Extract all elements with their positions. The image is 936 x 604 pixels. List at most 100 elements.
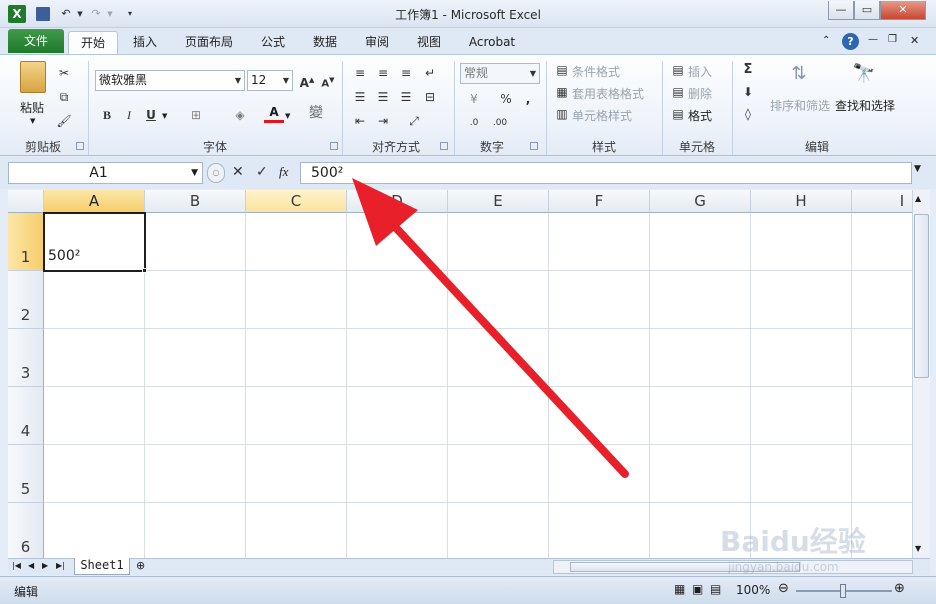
underline-button[interactable]: U [141,105,161,125]
paste-button[interactable]: 粘贴 [20,99,44,116]
maximize-button[interactable]: ▭ [854,1,880,20]
expand-formula-bar-icon[interactable]: ▼ [914,164,921,174]
clear-icon[interactable]: ◊ [738,104,758,124]
font-color-button[interactable]: A [264,103,284,123]
align-bottom-icon[interactable]: ≡ [396,63,416,83]
cell-styles-icon[interactable]: ▥ [552,104,572,124]
horizontal-scrollbar[interactable] [553,560,913,574]
fill-handle[interactable] [142,268,147,273]
chevron-down-icon[interactable]: ▼ [191,163,198,183]
delete-cells-icon[interactable]: ▤ [668,82,688,102]
conditional-format-icon[interactable]: ▤ [552,60,572,80]
sort-filter-button[interactable]: 排序和筛选 [770,97,830,114]
find-select-icon[interactable]: 🔭 [850,63,878,93]
h-scroll-thumb[interactable] [570,562,800,572]
tab-acrobat[interactable]: Acrobat [460,31,524,54]
tab-formulas[interactable]: 公式 [252,31,294,54]
scroll-thumb[interactable] [914,214,929,378]
insert-function-button[interactable]: fx [279,164,288,180]
cancel-entry-icon[interactable]: ✕ [232,164,244,180]
insert-cells-icon[interactable]: ▤ [668,60,688,80]
decrease-font-icon[interactable]: A▼ [318,70,338,90]
column-header-f[interactable]: F [549,190,650,213]
format-painter-icon[interactable]: 🖌 [54,111,74,131]
tab-home[interactable]: 开始 [68,31,118,54]
delete-cells-button[interactable]: 删除 [688,85,712,102]
format-as-table-button[interactable]: 套用表格格式 [572,85,644,102]
column-header-d[interactable]: D [347,190,448,213]
prev-sheet-icon[interactable]: ◀ [28,561,34,570]
clipboard-launcher-icon[interactable] [76,142,84,150]
tab-view[interactable]: 视图 [408,31,450,54]
paste-dropdown-icon[interactable]: ▼ [30,117,35,125]
copy-icon[interactable]: ⧉ [54,87,74,107]
help-icon[interactable]: ? [842,33,859,50]
format-as-table-icon[interactable]: ▦ [552,82,572,102]
orientation-icon[interactable]: ⤢ [404,111,424,131]
vertical-scrollbar[interactable]: ▲ ▼ [912,190,930,558]
zoom-slider-thumb[interactable] [840,584,846,598]
scroll-up-icon[interactable]: ▲ [915,194,921,203]
zoom-in-icon[interactable]: ⊕ [894,581,905,596]
phonetic-guide-button[interactable]: 變 [306,103,326,123]
zoom-level[interactable]: 100% [736,583,770,597]
worksheet-grid[interactable]: ABCDEFGHI 1 2 3 4 5 6 500² [8,190,912,558]
workbook-restore-icon[interactable]: ❐ [888,34,897,45]
align-middle-icon[interactable]: ≡ [373,63,393,83]
page-layout-view-icon[interactable]: ▣ [692,582,703,596]
sort-filter-icon[interactable]: ⇅ [784,63,814,93]
conditional-format-button[interactable]: 条件格式 [572,63,620,80]
paste-icon[interactable] [20,61,46,93]
increase-font-icon[interactable]: A▲ [297,70,317,90]
column-header-g[interactable]: G [650,190,751,213]
number-launcher-icon[interactable] [530,142,538,150]
formula-input[interactable]: 500² [300,162,912,184]
select-all-button[interactable] [8,190,44,213]
cell-styles-button[interactable]: 单元格样式 [572,107,632,124]
merge-center-icon[interactable]: ⊟ [420,87,440,107]
align-right-icon[interactable]: ☰ [396,87,416,107]
tab-insert[interactable]: 插入 [124,31,166,54]
underline-dropdown-icon[interactable]: ▼ [162,112,167,120]
insert-cells-button[interactable]: 插入 [688,63,712,80]
row-header-2[interactable]: 2 [8,271,44,329]
row-header-3[interactable]: 3 [8,329,44,387]
page-break-view-icon[interactable]: ▤ [710,582,721,596]
cut-icon[interactable]: ✂ [54,63,74,83]
font-size-select[interactable]: 12 ▼ [247,70,293,91]
currency-icon[interactable]: ¥ [464,89,484,109]
scroll-down-icon[interactable]: ▼ [915,544,921,553]
wrap-text-icon[interactable]: ↵ [420,63,440,83]
decrease-indent-icon[interactable]: ⇤ [350,111,370,131]
tab-page-layout[interactable]: 页面布局 [176,31,242,54]
sheet-tab[interactable]: Sheet1 [74,558,130,575]
minimize-button[interactable]: — [828,1,854,20]
row-header-6[interactable]: 6 [8,503,44,558]
column-header-e[interactable]: E [448,190,549,213]
increase-decimal-icon[interactable]: .0 [464,113,484,133]
column-header-i[interactable]: I [852,190,912,213]
cell-a1[interactable]: 500² [43,212,146,272]
row-header-1[interactable]: 1 [8,213,44,271]
column-header-c[interactable]: C [246,190,347,213]
next-sheet-icon[interactable]: ▶ [42,561,48,570]
expand-name-box-icon[interactable]: ○ [207,163,225,183]
tab-data[interactable]: 数据 [304,31,346,54]
find-select-button[interactable]: 查找和选择 [835,97,895,114]
italic-button[interactable]: I [119,105,139,125]
close-button[interactable]: ✕ [880,1,926,20]
insert-sheet-icon[interactable]: ⊕ [136,559,145,572]
increase-indent-icon[interactable]: ⇥ [373,111,393,131]
confirm-entry-icon[interactable]: ✓ [256,164,268,180]
align-center-icon[interactable]: ☰ [373,87,393,107]
align-top-icon[interactable]: ≡ [350,63,370,83]
alignment-launcher-icon[interactable] [440,142,448,150]
normal-view-icon[interactable]: ▦ [674,582,685,596]
format-cells-icon[interactable]: ▤ [668,104,688,124]
decrease-decimal-icon[interactable]: .00 [490,113,510,133]
zoom-out-icon[interactable]: ⊖ [778,581,789,596]
tab-file[interactable]: 文件 [8,29,64,53]
percent-button[interactable]: % [496,89,516,109]
bold-button[interactable]: B [97,105,117,125]
last-sheet-icon[interactable]: ▶| [56,561,65,570]
